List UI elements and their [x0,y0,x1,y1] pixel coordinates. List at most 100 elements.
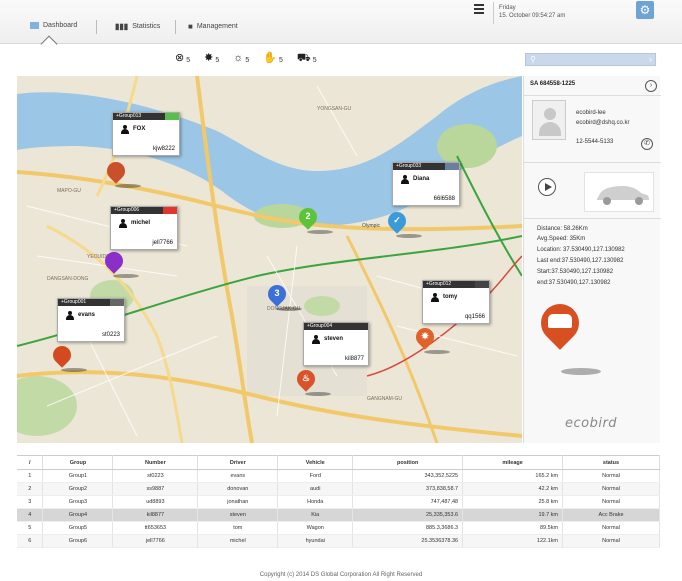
driver-name: steven [324,336,344,342]
cell-group: Group2 [42,482,114,496]
pin-head [49,342,75,368]
cell-mileage: 89.5km [462,521,564,535]
group-bubble[interactable]: +Group004 steven kil8877 [303,322,369,366]
cell-number: ss9887 [112,482,199,496]
cell-vehicle: Wagon [277,521,354,535]
group-bubble[interactable]: +Group013 FOX kjw8222 [112,112,180,156]
datetime-label: 15. October 09:54:27 am [499,13,566,19]
cell-status: Normal [562,469,660,483]
map-pin-blue-3[interactable]: 3 [264,281,302,311]
date-display: Friday 15. October 09:54:27 am [499,4,565,20]
status-hand[interactable]: ✋ 5 [263,53,283,65]
cell-position: 25.3536378.36 [352,534,464,548]
cell-mileage: 25.8 km [462,495,564,509]
gear-icon[interactable]: ⚙ [636,1,654,19]
group-bubble[interactable]: +Group012 tomy qq1566 [422,280,490,324]
status-stop[interactable]: ⊗ 5 [175,52,191,65]
map-pin-purple[interactable] [101,248,139,278]
group-label: +Group004 [304,323,368,330]
phone-icon[interactable]: ✆ [641,138,653,150]
checkmark-icon: ✓ [393,215,401,225]
vehicle-marker [533,296,601,375]
ecobird-logo: ecobird [565,416,618,431]
hamburger-icon[interactable] [474,4,484,16]
pin-shadow [305,392,331,396]
fire-icon: ♨ [301,373,311,383]
driver-name: FOX [133,126,146,132]
col-header[interactable]: Group [42,455,114,470]
cell-index: 6 [17,534,44,548]
col-header[interactable]: position [352,455,464,470]
cell-driver: michel [197,534,279,548]
group-label: +Group006 [111,207,177,214]
person-icon [121,125,129,134]
map-pin-fire[interactable]: ♨ [293,366,331,396]
group-bubble[interactable]: +Group033 Diana 66l6588 [392,162,460,206]
col-header[interactable]: / [17,455,44,470]
driver-name: Diana [413,176,430,182]
table-row[interactable]: 5 Group5 tt653653 tom Wagon 885.3,3686.3… [17,521,660,535]
pin-shadow [61,368,87,372]
map-label-dangsan: DANGSAN-DONG [47,276,89,282]
map-pin-red[interactable] [49,342,87,372]
search-input[interactable]: ⚲ › [525,53,656,66]
cell-vehicle: Kia [277,508,354,522]
table-row[interactable]: 6 Group6 jell7766 michel hyundai 25.3536… [17,534,660,548]
col-header[interactable]: Vehicle [277,455,354,470]
status-count: 5 [215,57,220,64]
stop-circle-icon: ⊗ [175,52,185,64]
cell-driver: tom [197,521,279,535]
group-color-tag [475,281,489,288]
col-header[interactable]: mileage [462,455,564,470]
col-header[interactable]: Driver [197,455,279,470]
cell-vehicle: audi [277,482,354,496]
status-burst[interactable]: ✸ 5 [204,53,220,65]
tab-statistics[interactable]: ▮▮▮ Statistics [115,22,160,31]
status-count: 5 [278,57,283,64]
chevron-right-icon[interactable]: › [649,54,652,64]
cell-vehicle: hyundai [277,534,354,548]
group-id: +Group006 [114,207,140,213]
cell-mileage: 165.2 km [462,469,564,483]
map-pin-blue[interactable]: ✓ [384,208,422,238]
sun-icon: ☼ [233,52,244,64]
map-pin-orange-alert[interactable]: ✸ [412,324,450,354]
panel-divider [524,162,661,163]
pin-shadow [113,274,139,278]
play-icon[interactable] [538,178,556,196]
group-id: +Group004 [307,323,333,329]
map-pin-orange[interactable] [103,158,141,188]
panel-divider [524,218,661,219]
group-color-tag [354,323,368,330]
driver-code: 66l6588 [433,196,455,202]
cell-status: Normal [562,534,660,548]
driver-code: kil8877 [344,356,364,362]
col-header[interactable]: Number [112,455,199,470]
group-label: +Group001 [58,299,124,306]
table-row-selected[interactable]: 4 Group4 kil8877 steven Kia 25,335,353.6… [17,508,660,522]
table-row[interactable]: 3 Group3 ud8893 jonathan Honda 747,487,4… [17,495,660,509]
table-row[interactable]: 1 Group1 st0223 evans Ford 343,352,5225 … [17,469,660,483]
driver-name: tomy [443,294,458,300]
status-crash[interactable]: ⛟ 5 [297,53,317,65]
cell-position: 885.3,3686.3 [352,521,464,535]
chevron-right-icon[interactable]: › [645,80,657,92]
tab-dashboard[interactable]: Dashboard [30,22,77,29]
cell-index: 1 [17,469,44,483]
cell-position: 25,335,353.6 [352,508,464,522]
map-label-gangnam: GANGNAM-GU [367,396,402,402]
group-bubble[interactable]: +Group001 evans st0223 [57,298,125,342]
status-count: 5 [186,57,191,64]
map-view[interactable]: MAPO-GU YONGSAN-GU Olympic DONGJAK-GU GA… [17,76,522,443]
col-header[interactable]: status [562,455,660,470]
status-sun[interactable]: ☼ 5 [233,52,249,65]
nav-separator [96,20,97,34]
tab-dashboard-label: Dashboard [43,22,78,29]
tab-management[interactable]: ■ Management [188,22,238,31]
group-bubble[interactable]: +Group006 michel jell7766 [110,206,178,250]
pin-shadow [115,184,141,188]
table-row[interactable]: 2 Group2 ss9887 donovan audi 373,838,58.… [17,482,660,496]
map-pin-green-2[interactable]: 2 [295,204,333,234]
stat-start: Start:37.530490,127.130982 [537,269,614,275]
copyright-footer: Copyright (c) 2014 DS Global Corporation… [259,572,423,578]
